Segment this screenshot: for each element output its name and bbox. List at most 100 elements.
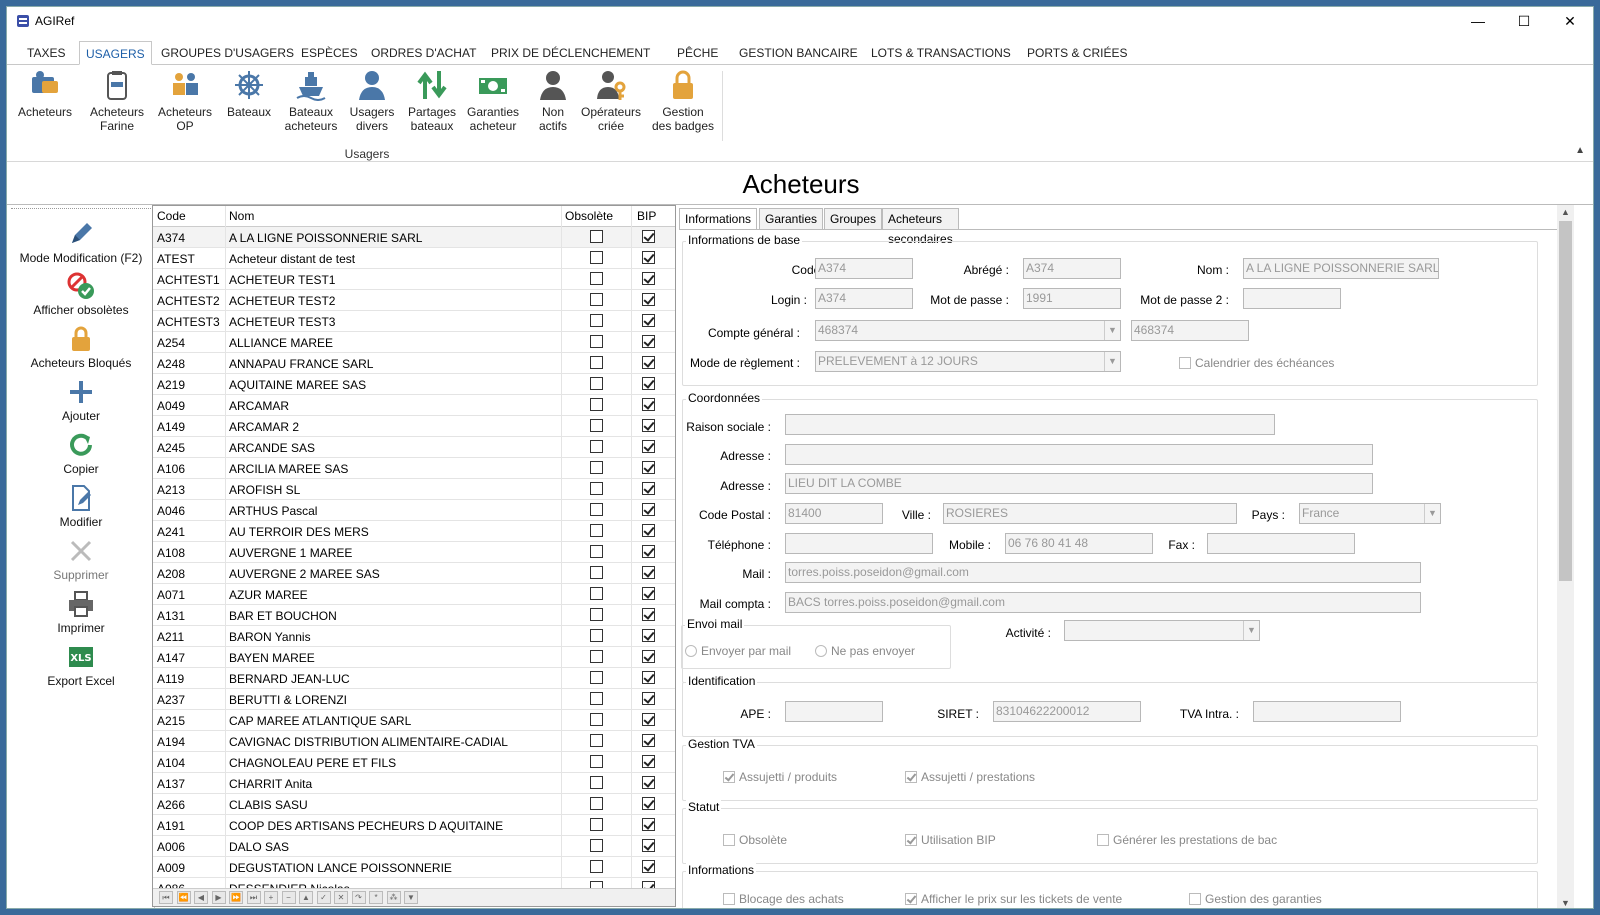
- bip-checkbox[interactable]: [642, 335, 655, 348]
- afficher-prix-checkbox[interactable]: Afficher le prix sur les tickets de vent…: [905, 892, 1122, 906]
- table-row[interactable]: A149 ARCAMAR 2: [153, 416, 675, 437]
- table-row[interactable]: A237 BERUTTI & LORENZI: [153, 689, 675, 710]
- obsolete-checkbox[interactable]: [590, 608, 603, 621]
- table-row[interactable]: A208 AUVERGNE 2 MAREE SAS: [153, 563, 675, 584]
- tab-informations[interactable]: Informations: [679, 208, 758, 230]
- obsolete-checkbox[interactable]: [590, 734, 603, 747]
- ville-field[interactable]: ROSIERES: [943, 503, 1237, 524]
- modifier-button[interactable]: Modifier: [7, 483, 155, 529]
- tab-garanties[interactable]: Garanties: [759, 208, 824, 230]
- code-postal-field[interactable]: 81400: [785, 503, 883, 524]
- ribbon-bateaux-acheteurs-button[interactable]: Bateaux acheteurs: [279, 69, 343, 133]
- password2-field[interactable]: [1243, 288, 1341, 309]
- navigator-button[interactable]: ◀: [194, 891, 208, 904]
- obsolete-checkbox[interactable]: Obsolète: [723, 833, 787, 847]
- menu-tab-gestion-bancaire[interactable]: GESTION BANCAIRE: [733, 41, 864, 65]
- bip-checkbox[interactable]: [642, 566, 655, 579]
- menu-tab-prix-declenchement[interactable]: PRIX DE DÉCLENCHEMENT: [485, 41, 656, 65]
- tva-intra-field[interactable]: [1253, 701, 1401, 722]
- telephone-field[interactable]: [785, 533, 933, 554]
- obsolete-checkbox[interactable]: [590, 566, 603, 579]
- raison-sociale-field[interactable]: [785, 414, 1275, 435]
- ribbon-garanties-acheteur-button[interactable]: Garanties acheteur: [461, 69, 525, 133]
- navigator-button[interactable]: ⁂: [386, 891, 401, 904]
- bip-checkbox[interactable]: [642, 671, 655, 684]
- table-row[interactable]: A213 AROFISH SL: [153, 479, 675, 500]
- bip-checkbox[interactable]: [642, 272, 655, 285]
- table-row[interactable]: A248 ANNAPAU FRANCE SARL: [153, 353, 675, 374]
- table-row[interactable]: A147 BAYEN MAREE: [153, 647, 675, 668]
- table-row[interactable]: A119 BERNARD JEAN-LUC: [153, 668, 675, 689]
- column-header-obsolete[interactable]: Obsolète: [565, 209, 613, 223]
- navigator-button[interactable]: *: [369, 891, 383, 904]
- table-row[interactable]: ACHTEST2 ACHETEUR TEST2: [153, 290, 675, 311]
- obsolete-checkbox[interactable]: [590, 671, 603, 684]
- bip-checkbox[interactable]: [642, 461, 655, 474]
- obsolete-checkbox[interactable]: [590, 692, 603, 705]
- menu-tab-groupes-usagers[interactable]: GROUPES D'USAGERS: [155, 41, 300, 65]
- scroll-up-icon[interactable]: ▲: [1557, 207, 1574, 217]
- fax-field[interactable]: [1207, 533, 1355, 554]
- table-row[interactable]: A191 COOP DES ARTISANS PECHEURS D AQUITAI…: [153, 815, 675, 836]
- bip-checkbox[interactable]: [642, 293, 655, 306]
- blocage-achats-checkbox[interactable]: Blocage des achats: [723, 892, 844, 906]
- bip-checkbox[interactable]: [642, 230, 655, 243]
- ne-pas-envoyer-radio[interactable]: Ne pas envoyer: [815, 644, 915, 658]
- bip-checkbox[interactable]: [642, 356, 655, 369]
- calendrier-checkbox[interactable]: Calendrier des échéances: [1179, 356, 1334, 370]
- obsolete-checkbox[interactable]: [590, 314, 603, 327]
- obsolete-checkbox[interactable]: [590, 524, 603, 537]
- ape-field[interactable]: [785, 701, 883, 722]
- bip-checkbox[interactable]: [642, 776, 655, 789]
- ajouter-button[interactable]: Ajouter: [7, 377, 155, 423]
- ribbon-operateurs-criee-button[interactable]: Opérateurs criée: [575, 69, 647, 133]
- adresse2-field[interactable]: LIEU DIT LA COMBE: [785, 473, 1373, 494]
- obsolete-checkbox[interactable]: [590, 839, 603, 852]
- obsolete-checkbox[interactable]: [590, 251, 603, 264]
- assujetti-produits-checkbox[interactable]: Assujetti / produits: [723, 770, 837, 784]
- code-field[interactable]: A374: [815, 258, 913, 279]
- ribbon-acheteurs-farine-button[interactable]: Acheteurs Farine: [85, 69, 149, 133]
- obsolete-checkbox[interactable]: [590, 440, 603, 453]
- table-row[interactable]: A108 AUVERGNE 1 MAREE: [153, 542, 675, 563]
- scroll-thumb[interactable]: [1559, 221, 1572, 581]
- password-field[interactable]: 1991: [1023, 288, 1121, 309]
- table-row[interactable]: A049 ARCAMAR: [153, 395, 675, 416]
- compte-general-code-field[interactable]: 468374: [1131, 320, 1249, 341]
- bip-checkbox[interactable]: [642, 818, 655, 831]
- navigator-button[interactable]: ⏪: [176, 891, 191, 904]
- bip-checkbox[interactable]: [642, 860, 655, 873]
- scroll-down-icon[interactable]: ▼: [1557, 898, 1574, 908]
- obsolete-checkbox[interactable]: [590, 776, 603, 789]
- table-row[interactable]: A245 ARCANDE SAS: [153, 437, 675, 458]
- obsolete-checkbox[interactable]: [590, 797, 603, 810]
- table-row[interactable]: A006 DALO SAS: [153, 836, 675, 857]
- table-row[interactable]: A266 CLABIS SASU: [153, 794, 675, 815]
- navigator-button[interactable]: ↷: [351, 891, 366, 904]
- obsolete-checkbox[interactable]: [590, 755, 603, 768]
- table-row[interactable]: A071 AZUR MAREE: [153, 584, 675, 605]
- bip-checkbox[interactable]: [642, 314, 655, 327]
- bip-checkbox[interactable]: [642, 419, 655, 432]
- obsolete-checkbox[interactable]: [590, 503, 603, 516]
- export-excel-button[interactable]: XLS Export Excel: [7, 642, 155, 688]
- obsolete-checkbox[interactable]: [590, 860, 603, 873]
- login-field[interactable]: A374: [815, 288, 913, 309]
- minimize-button[interactable]: —: [1455, 7, 1501, 35]
- bip-checkbox[interactable]: [642, 482, 655, 495]
- activite-select[interactable]: ▼: [1064, 620, 1260, 641]
- column-header-bip[interactable]: BIP: [637, 209, 656, 223]
- compte-general-select[interactable]: 468374 ▼: [815, 320, 1121, 341]
- navigator-button[interactable]: ⏭: [246, 891, 261, 904]
- bip-checkbox[interactable]: [642, 503, 655, 516]
- table-row[interactable]: A137 CHARRIT Anita: [153, 773, 675, 794]
- obsolete-checkbox[interactable]: [590, 629, 603, 642]
- bip-checkbox[interactable]: [642, 713, 655, 726]
- obsolete-checkbox[interactable]: [590, 377, 603, 390]
- pays-select[interactable]: France ▼: [1299, 503, 1441, 524]
- menu-tab-taxes[interactable]: TAXES: [21, 41, 71, 65]
- mail-field[interactable]: torres.poiss.poseidon@gmail.com: [785, 562, 1421, 583]
- menu-tab-peche[interactable]: PÊCHE: [671, 41, 724, 65]
- table-row[interactable]: A215 CAP MAREE ATLANTIQUE SARL: [153, 710, 675, 731]
- tab-groupes[interactable]: Groupes: [824, 208, 883, 230]
